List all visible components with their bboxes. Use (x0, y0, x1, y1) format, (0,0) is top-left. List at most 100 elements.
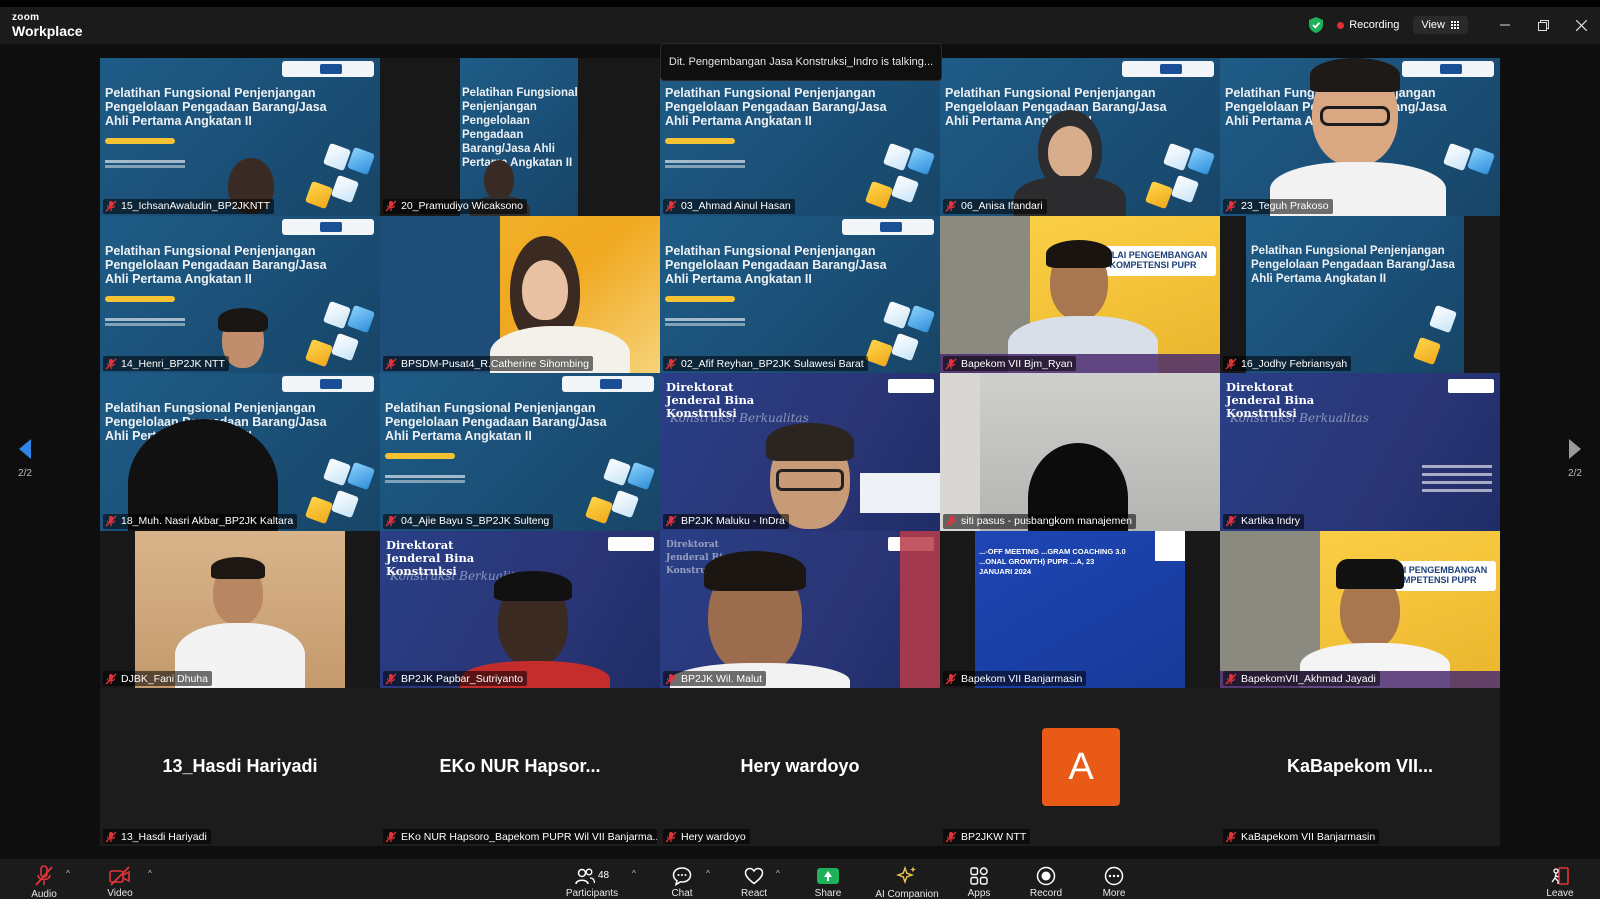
video-options-caret-icon[interactable]: ^ (148, 869, 152, 878)
video-tile[interactable]: Direktorat Jenderal Bina Konstruksi Kons… (1220, 373, 1500, 531)
video-off-tile[interactable]: A BP2JKW NTT (940, 688, 1220, 846)
more-button[interactable]: More (1096, 859, 1132, 899)
mic-muted-icon (385, 673, 397, 684)
recording-label: Recording (1349, 19, 1400, 31)
virtual-background: Direktorat Jenderal Bina Konstruksi Kons… (1220, 373, 1500, 531)
mic-muted-icon (1225, 358, 1237, 369)
participant-name: Kartika Indry (1241, 515, 1300, 527)
participant-name: Hery wardoyo (681, 830, 746, 843)
mic-muted-icon (945, 515, 957, 527)
participant-name-tag: Hery wardoyo (663, 829, 750, 844)
record-button[interactable]: Record (1028, 859, 1064, 899)
audio-label: Audio (31, 889, 57, 899)
participant-name: BP2JKW NTT (961, 830, 1027, 843)
video-tile[interactable]: Pelatihan Fungsional Penjenjangan Pengel… (660, 215, 940, 373)
video-off-tile[interactable]: Hery wardoyo Hery wardoyo (660, 688, 940, 846)
ai-companion-button[interactable]: AI Companion (872, 859, 942, 899)
camera-feed (135, 530, 345, 688)
video-tile[interactable]: Direktorat Jenderal Bina Konstruksi Kons… (380, 530, 660, 688)
mic-muted-icon (105, 673, 117, 684)
video-off-tile[interactable]: KaBapekom VII... KaBapekom VII Banjarmas… (1220, 688, 1500, 846)
restore-icon (1537, 19, 1549, 31)
participant-name: BapekomVII_Akhmad Jayadi (1241, 672, 1376, 685)
video-tile[interactable]: Pelatihan Fungsional Penjenjangan Pengel… (1220, 215, 1500, 373)
chat-label: Chat (671, 888, 693, 899)
previous-page-button[interactable]: 2/2 (10, 438, 40, 479)
virtual-background: Direktorat Jenderal Bina Konstruksi Kons… (380, 530, 660, 688)
video-tile[interactable]: Pelatihan Fungsional Penjenjangan Pengel… (380, 58, 660, 216)
video-off-tile[interactable]: 13_Hasdi Hariyadi 13_Hasdi Hariyadi (100, 688, 380, 846)
mic-muted-icon (35, 865, 53, 886)
participants-count: 48 (597, 870, 610, 881)
mic-muted-icon (1225, 515, 1237, 527)
share-label: Share (814, 888, 842, 899)
close-button[interactable] (1562, 13, 1600, 37)
participant-name-tag: BP2JK Papbar_Sutriyanto (383, 671, 527, 686)
video-tile[interactable]: siti pasus - pusbangkom manajemen (940, 373, 1220, 531)
video-tile[interactable]: Direktorat Jenderal Bina Konstruksi BP2J… (660, 530, 940, 688)
video-tile[interactable]: Pelatihan Fungsional Penjenjangan Pengel… (660, 58, 940, 216)
participant-name-tag: KaBapekom VII Banjarmasin (1223, 829, 1380, 844)
more-label: More (1102, 888, 1126, 899)
chat-options-caret-icon[interactable]: ^ (706, 869, 710, 878)
participants-options-caret-icon[interactable]: ^ (632, 869, 636, 878)
participant-name-tag: BP2JKW NTT (943, 829, 1031, 844)
video-tile[interactable]: BALAI PENGEMBANGAN KOMPETENSI PUPR Bapek… (1220, 530, 1500, 688)
mic-muted-icon (945, 200, 957, 212)
participant-name-tag: BPSDM-Pusat4_R.Catherine Sihombing (383, 356, 593, 371)
ai-companion-label: AI Companion (875, 889, 939, 899)
participant-name-tag: Kartika Indry (1223, 513, 1304, 529)
shared-slide-background: Pelatihan Fungsional Penjenjangan Pengel… (380, 373, 660, 531)
restore-button[interactable] (1524, 13, 1562, 37)
meeting-toolbar: Audio ^ Video ^ 48 Participants ^ Chat ^… (0, 859, 1600, 899)
video-tile[interactable]: Pelatihan Fungsional Penjenjangan Pengel… (100, 58, 380, 216)
participant-display-name: EKo NUR Hapsor... (439, 756, 601, 776)
participant-name: 16_Jodhy Febriansyah (1241, 357, 1348, 370)
audio-button[interactable]: Audio (26, 859, 62, 899)
video-tile[interactable]: Pelatihan Fungsional Penjenjangan Pengel… (380, 373, 660, 531)
participants-button[interactable]: 48 Participants (562, 859, 622, 899)
video-tile[interactable]: Pelatihan Fungsional Penjenjangan Pengel… (1220, 58, 1500, 216)
chat-button[interactable]: Chat (664, 859, 700, 899)
video-tile[interactable]: BPSDM-Pusat4_R.Catherine Sihombing (380, 215, 660, 373)
leave-button[interactable]: Leave (1542, 859, 1578, 899)
mic-muted-icon (105, 200, 117, 212)
audio-options-caret-icon[interactable]: ^ (66, 869, 70, 878)
react-button[interactable]: React (736, 859, 772, 899)
participant-name: BP2JK Wil. Malut (681, 672, 763, 685)
mic-muted-icon (385, 358, 397, 369)
next-page-button[interactable]: 2/2 (1560, 438, 1590, 479)
participant-name: 18_Muh. Nasri Akbar_BP2JK Kaltara (121, 515, 294, 527)
video-tile[interactable]: Pelatihan Fungsional Penjenjangan Pengel… (100, 373, 380, 531)
participant-display-name: Hery wardoyo (740, 756, 860, 776)
share-button[interactable]: Share (810, 859, 846, 899)
mic-muted-icon (665, 673, 677, 684)
virtual-background: Direktorat Jenderal Bina Konstruksi (660, 530, 940, 688)
view-button[interactable]: View (1413, 16, 1468, 34)
video-tile[interactable]: DJBK_Fani Dhuha (100, 530, 380, 688)
recording-indicator[interactable]: Recording (1337, 19, 1399, 31)
participants-icon (575, 868, 595, 884)
participant-name-tag: 23_Teguh Prakoso (1223, 198, 1333, 214)
apps-button[interactable]: Apps (962, 859, 996, 899)
shield-icon[interactable] (1309, 17, 1324, 33)
mic-muted-icon (105, 831, 117, 842)
video-tile[interactable]: Pelatihan Fungsional Penjenjangan Pengel… (100, 215, 380, 373)
shared-slide-background: Pelatihan Fungsional Penjenjangan Pengel… (660, 215, 940, 373)
kickoff-slide-text: ...-OFF MEETING ...GRAM COACHING 3.0 ...… (979, 546, 1126, 576)
video-button[interactable]: Video (102, 859, 138, 899)
video-tile[interactable]: ...-OFF MEETING ...GRAM COACHING 3.0 ...… (940, 530, 1220, 688)
video-off-tile[interactable]: EKo NUR Hapsor... EKo NUR Hapsoro_Bapeko… (380, 688, 660, 846)
arrow-right-icon (1560, 438, 1590, 464)
participant-display-name: 13_Hasdi Hariyadi (162, 756, 318, 776)
leave-icon (1551, 866, 1569, 885)
close-icon (1575, 19, 1587, 31)
participant-name: 13_Hasdi Hariyadi (121, 830, 207, 843)
video-tile[interactable]: Pelatihan Fungsional Penjenjangan Pengel… (940, 58, 1220, 216)
video-tile[interactable]: Direktorat Jenderal Bina Konstruksi Kons… (660, 373, 940, 531)
react-options-caret-icon[interactable]: ^ (776, 869, 780, 878)
shared-slide-background: Pelatihan Fungsional Penjenjangan Pengel… (100, 373, 380, 531)
minimize-button[interactable] (1486, 13, 1524, 37)
participant-name: 06_Anisa Ifandari (961, 200, 1043, 212)
video-tile[interactable]: BALAI PENGEMBANGAN KOMPETENSI PUPR Bapek… (940, 215, 1220, 373)
